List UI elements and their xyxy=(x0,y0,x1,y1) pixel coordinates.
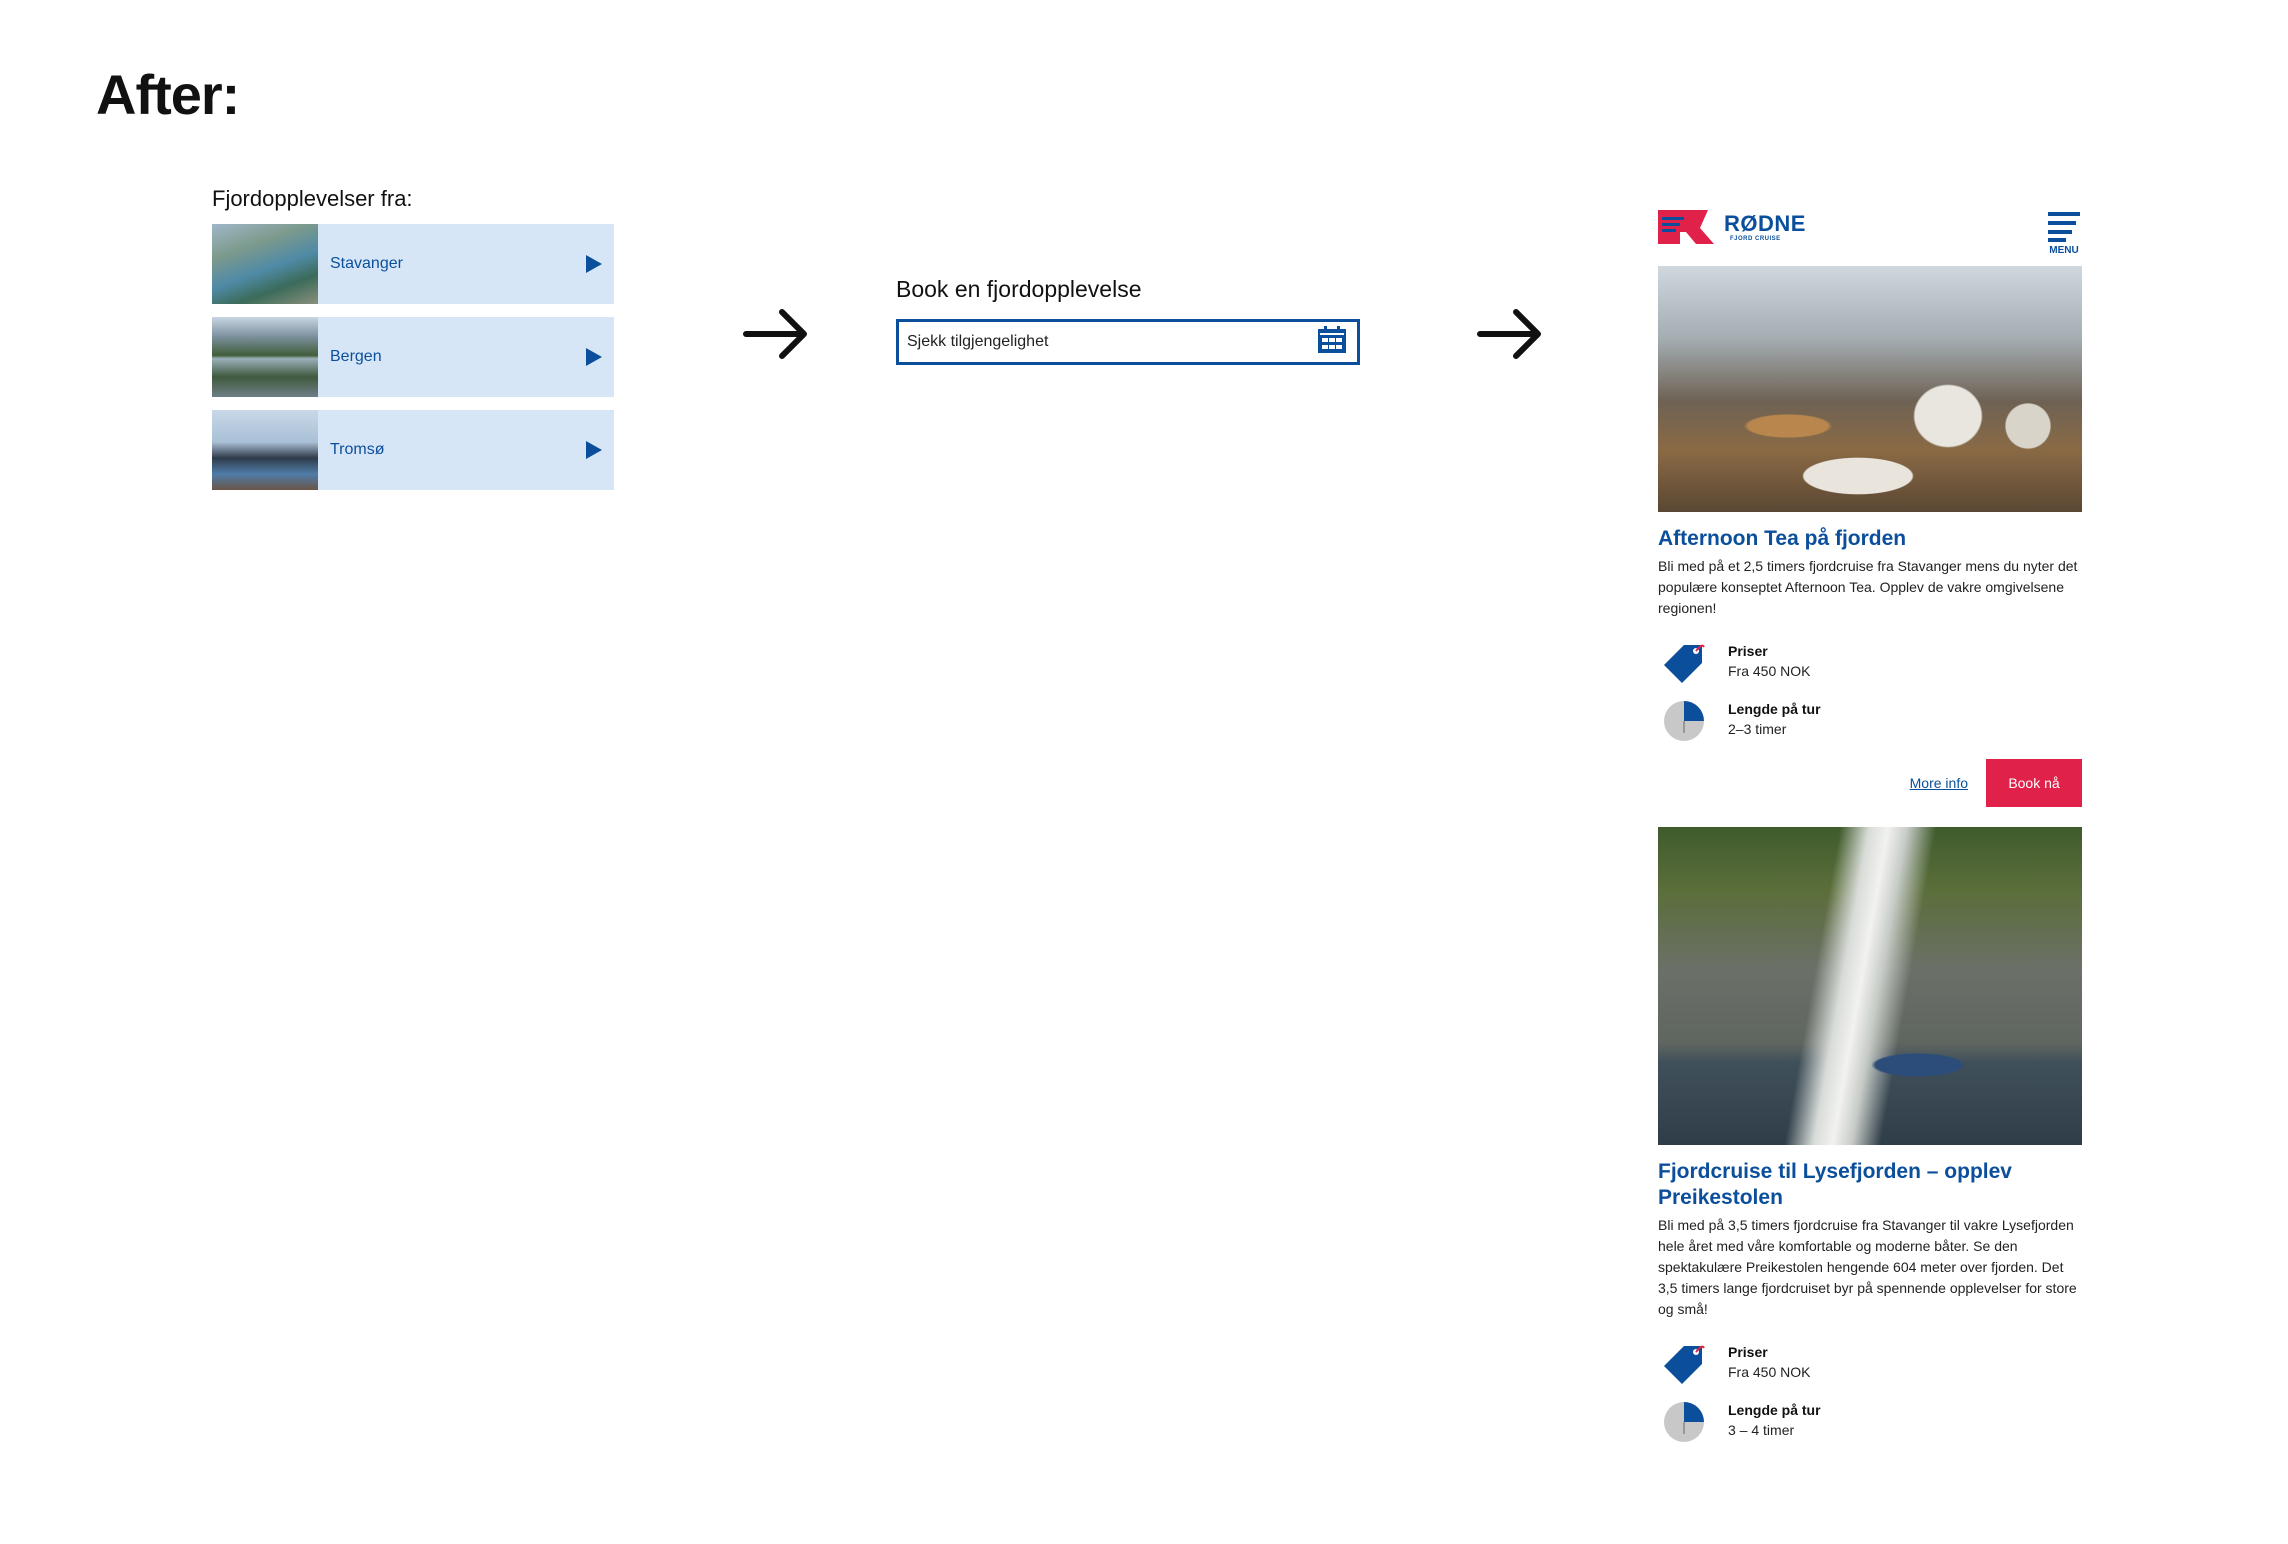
tour-title[interactable]: Fjordcruise til Lysefjorden – opplev Pre… xyxy=(1658,1159,2082,1211)
city-thumbnail xyxy=(212,224,318,304)
city-item-label: Stavanger xyxy=(330,255,403,272)
price-value: Fra 450 NOK xyxy=(1728,1364,1811,1380)
menu-button[interactable]: MENU xyxy=(2048,212,2080,256)
brand-name: RØDNE xyxy=(1724,210,1806,236)
brand-logo-mark-icon xyxy=(1658,210,1714,244)
availability-field[interactable] xyxy=(896,319,1360,365)
duration-label: Lengde på tur xyxy=(1728,701,1821,717)
city-item-stavanger[interactable]: Stavanger xyxy=(212,224,614,304)
tour-image xyxy=(1658,266,2082,512)
price-value: Fra 450 NOK xyxy=(1728,663,1811,679)
city-item-label: Tromsø xyxy=(330,441,385,458)
city-thumbnail xyxy=(212,317,318,397)
flow-arrow-icon xyxy=(1476,304,1546,364)
price-label: Priser xyxy=(1728,1344,1768,1360)
page-heading: After: xyxy=(96,63,240,126)
city-item-label: Bergen xyxy=(330,348,382,365)
brand-logo[interactable]: RØDNE FJORD CRUISE xyxy=(1658,208,1806,246)
flow-arrow-icon xyxy=(742,304,812,364)
booking-title: Book en fjordopplevelse xyxy=(896,276,1142,302)
book-now-button[interactable]: Book nå xyxy=(1986,759,2082,807)
tour-card: Fjordcruise til Lysefjorden – opplev Pre… xyxy=(1658,827,2082,1444)
duration-info: Lengde på tur 3 – 4 timer xyxy=(1658,1400,2082,1444)
city-thumbnail xyxy=(212,410,318,490)
city-item-tromso[interactable]: Tromsø xyxy=(212,410,614,490)
tour-card: Afternoon Tea på fjorden Bli med på et 2… xyxy=(1658,266,2082,807)
price-tag-icon xyxy=(1664,644,1705,683)
price-info: Priser Fra 450 NOK xyxy=(1658,641,2082,685)
calendar-icon[interactable] xyxy=(1317,325,1347,359)
menu-label: MENU xyxy=(2049,245,2079,256)
mobile-page: RØDNE FJORD CRUISE MENU Afternoon Tea på… xyxy=(1658,208,2082,1444)
price-info: Priser Fra 450 NOK xyxy=(1658,1342,2082,1386)
brand-tagline: FJORD CRUISE xyxy=(1730,235,1781,242)
hamburger-menu-icon xyxy=(2048,212,2080,242)
clock-pie-icon xyxy=(1664,701,1704,741)
card-actions: More info Book nå xyxy=(1658,759,2082,807)
city-list-panel: Fjordopplevelser fra: Stavanger Bergen T… xyxy=(212,186,614,503)
duration-info: Lengde på tur 2–3 timer xyxy=(1658,699,2082,743)
city-list-title: Fjordopplevelser fra: xyxy=(212,186,413,211)
city-item-bergen[interactable]: Bergen xyxy=(212,317,614,397)
booking-panel: Book en fjordopplevelse xyxy=(896,276,1360,365)
duration-value: 2–3 timer xyxy=(1728,721,1787,737)
tour-description: Bli med på et 2,5 timers fjordcruise fra… xyxy=(1658,558,2078,616)
tour-title[interactable]: Afternoon Tea på fjorden xyxy=(1658,526,2082,552)
mobile-header: RØDNE FJORD CRUISE MENU xyxy=(1658,208,2082,266)
duration-value: 3 – 4 timer xyxy=(1728,1422,1795,1438)
play-arrow-icon xyxy=(574,317,614,397)
price-label: Priser xyxy=(1728,643,1768,659)
availability-input[interactable] xyxy=(905,332,1317,352)
tour-image xyxy=(1658,827,2082,1145)
play-arrow-icon xyxy=(574,410,614,490)
play-arrow-icon xyxy=(574,224,614,304)
tour-description: Bli med på 3,5 timers fjordcruise fra St… xyxy=(1658,1217,2077,1317)
more-info-link[interactable]: More info xyxy=(1910,775,1968,791)
price-tag-icon xyxy=(1664,1345,1705,1384)
duration-label: Lengde på tur xyxy=(1728,1402,1821,1418)
clock-pie-icon xyxy=(1664,1402,1704,1442)
